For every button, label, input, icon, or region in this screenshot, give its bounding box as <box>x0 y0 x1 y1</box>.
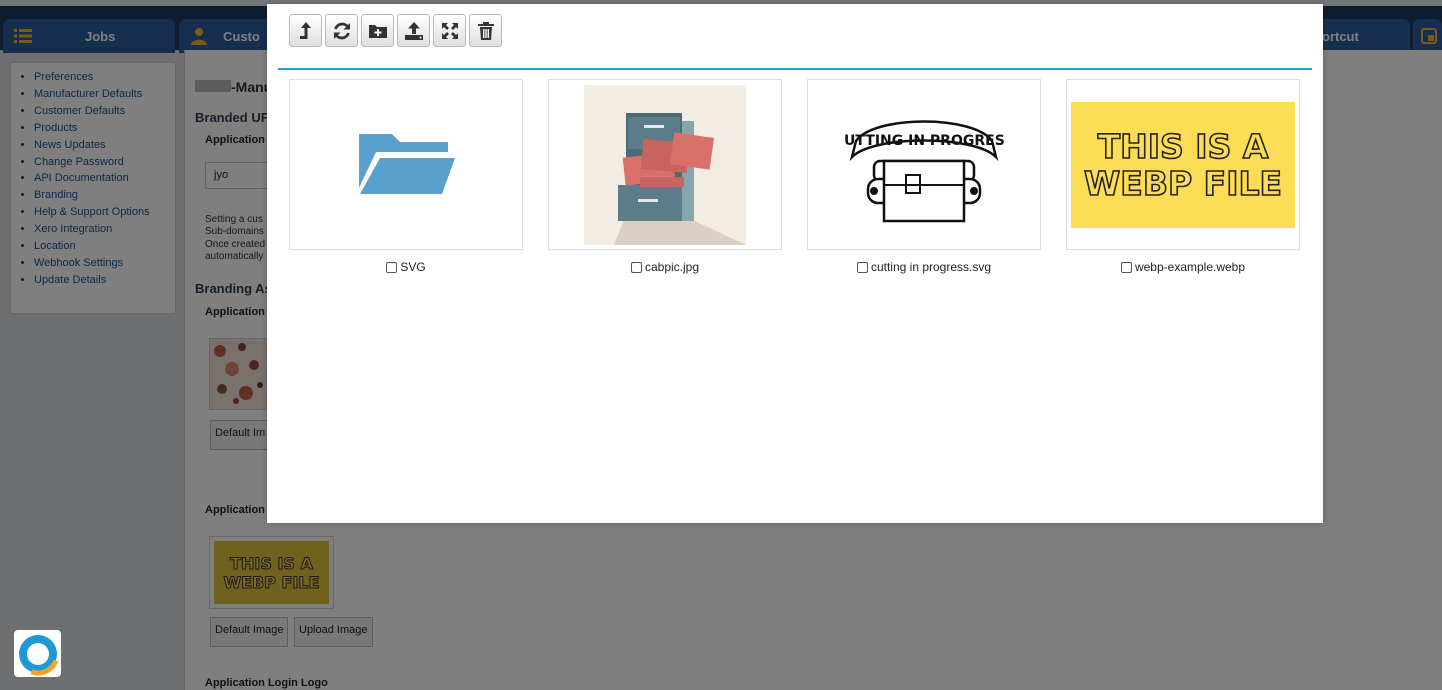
file-preview[interactable] <box>548 79 782 250</box>
file-checkbox[interactable] <box>1120 261 1132 273</box>
fullscreen-button[interactable] <box>433 14 466 47</box>
file-checkbox[interactable] <box>856 261 868 273</box>
upload-button[interactable] <box>397 14 430 47</box>
file-toolbar <box>289 14 502 47</box>
new-folder-button[interactable] <box>361 14 394 47</box>
folder-icon <box>359 133 455 194</box>
file-item[interactable]: THIS IS A WEBP FILE webp-example.webp <box>1066 79 1300 274</box>
file-preview[interactable]: CUTTING IN PROGRESS <box>807 79 1041 250</box>
trash-icon <box>477 21 494 40</box>
file-checkbox[interactable] <box>386 261 398 273</box>
file-preview[interactable]: THIS IS A WEBP FILE <box>1066 79 1300 250</box>
file-caption: SVG <box>289 260 523 274</box>
file-preview[interactable] <box>289 79 523 250</box>
file-item[interactable]: CUTTING IN PROGRESS cutting in progress.… <box>807 79 1041 274</box>
file-name: SVG <box>400 260 426 274</box>
expand-icon <box>441 22 458 39</box>
folder-plus-icon <box>368 24 387 38</box>
file-caption: cutting in progress.svg <box>807 260 1041 274</box>
filing-cabinet-image <box>584 84 746 245</box>
chat-logo-icon <box>16 632 59 675</box>
refresh-icon <box>333 22 350 39</box>
file-name: cutting in progress.svg <box>870 260 992 274</box>
file-caption: cabpic.jpg <box>548 260 782 274</box>
refresh-button[interactable] <box>325 14 358 47</box>
file-manager-modal: SVG cabpic.jpg UTTING IN PROGRES cutting… <box>267 4 1323 523</box>
file-caption: webp-example.webp <box>1066 260 1300 274</box>
delete-button[interactable] <box>469 14 502 47</box>
file-checkbox[interactable] <box>630 261 642 273</box>
file-name: cabpic.jpg <box>644 260 700 274</box>
chat-widget-button[interactable] <box>14 630 61 677</box>
upload-icon <box>404 21 423 40</box>
file-item[interactable]: cabpic.jpg <box>548 79 782 274</box>
webp-line-2: WEBP FILE <box>1083 163 1283 203</box>
file-name: webp-example.webp <box>1134 260 1246 274</box>
file-grid: SVG cabpic.jpg UTTING IN PROGRES cutting… <box>289 79 1300 274</box>
toolbar-divider <box>278 68 1312 70</box>
webp-line-1: THIS IS A <box>1097 126 1269 166</box>
file-item[interactable]: SVG <box>289 79 523 274</box>
webp-example-image: THIS IS A WEBP FILE <box>1071 101 1295 228</box>
cutting-machine-image: CUTTING IN PROGRESS <box>844 119 1004 222</box>
cutting-banner-text: CUTTING IN PROGRESS <box>844 133 1004 149</box>
up-folder-button[interactable] <box>289 14 322 47</box>
arrow-up-icon <box>299 21 311 39</box>
